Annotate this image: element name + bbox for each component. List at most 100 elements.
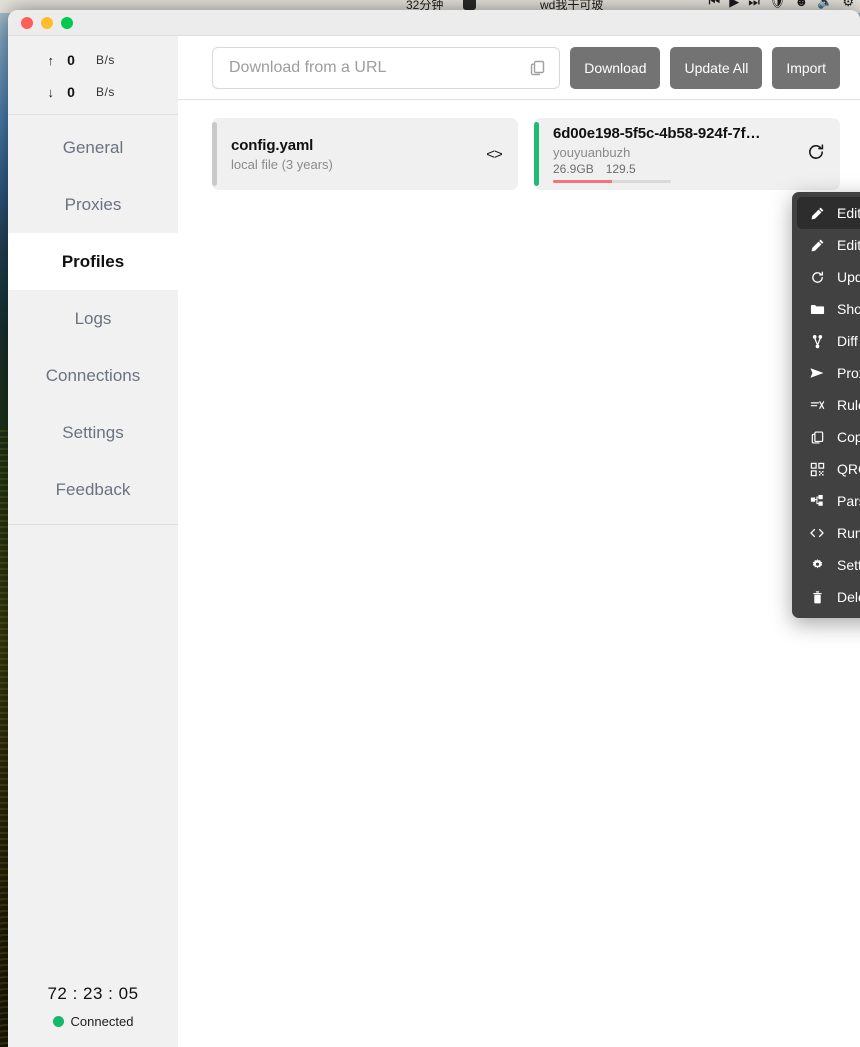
profile-card-remote[interactable]: 6d00e198-5f5c-4b58-924f-7f… youyuanbuzh … (534, 118, 840, 190)
profile-stats: 26.9GB 129.5 (553, 162, 788, 176)
profile-action[interactable] (792, 118, 840, 190)
context-menu-item-diff[interactable]: Diff (797, 325, 860, 357)
context-menu-item-edit[interactable]: Edit (797, 197, 860, 229)
download-speed-value: 0 (67, 84, 75, 100)
diff-branch-icon (806, 334, 828, 349)
refresh-icon (806, 270, 828, 285)
download-arrow-icon: ↓ (47, 84, 55, 100)
menubar-status-icons: ⏮ ▶ ⏭ 🛡 ☻ 🔈 ⚙ (709, 0, 854, 8)
profiles-toolbar: Download Update All Import (178, 36, 860, 100)
sidebar: ↑ 0 B/s ↓ 0 B/s General Proxies Profiles… (8, 36, 178, 1047)
profile-subtitle: youyuanbuzh (553, 145, 631, 160)
profile-stat-used: 26.9GB (553, 162, 594, 176)
context-menu-item-update[interactable]: Update (797, 261, 860, 293)
gear-icon (806, 558, 828, 573)
sidebar-nav: General Proxies Profiles Logs Connection… (8, 115, 178, 525)
context-menu-item-proxies[interactable]: Proxies (797, 357, 860, 389)
profile-usage-bar (553, 180, 671, 183)
context-menu-item-label: Settings (837, 557, 860, 573)
minimize-button[interactable] (41, 16, 53, 29)
status-dot-icon (52, 1016, 64, 1027)
profile-stat-total: 129.5 (605, 162, 636, 176)
paste-clipboard-icon[interactable] (529, 59, 547, 77)
speed-meter: ↑ 0 B/s ↓ 0 B/s (8, 36, 178, 115)
smiley-icon[interactable]: ☻ (794, 0, 808, 8)
code-icon[interactable]: <> (486, 146, 503, 163)
profile-usage-fill (553, 180, 612, 183)
url-input[interactable] (227, 57, 530, 78)
profile-context-menu: Edit Edit externally (792, 192, 860, 618)
download-button[interactable]: Download (570, 46, 661, 89)
next-track-icon[interactable]: ⏭ (748, 0, 760, 8)
play-icon[interactable]: ▶ (729, 0, 739, 8)
context-menu-item-label: Diff (837, 333, 858, 349)
profile-title: 6d00e198-5f5c-4b58-924f-7f… (553, 125, 761, 142)
update-all-button[interactable]: Update All (670, 46, 763, 89)
sidebar-item-proxies[interactable]: Proxies (8, 176, 178, 233)
menubar-app-badge-icon[interactable] (463, 0, 476, 10)
import-button[interactable]: Import (772, 46, 840, 89)
prev-track-icon[interactable]: ⏮ (709, 0, 721, 8)
context-menu-item-label: Edit (837, 205, 860, 221)
volume-icon[interactable]: 🔈 (817, 0, 833, 8)
upload-arrow-icon: ↑ (47, 52, 55, 68)
context-menu-item-qrcode[interactable]: QRCode (797, 453, 860, 485)
window-body: ↑ 0 B/s ↓ 0 B/s General Proxies Profiles… (8, 36, 860, 1047)
control-center-icon[interactable]: ⚙ (842, 0, 854, 8)
profile-card-local[interactable]: config.yaml local file (3 years) <> (212, 118, 518, 190)
sidebar-item-label: Connections (45, 365, 141, 385)
sidebar-item-label: Settings (62, 422, 124, 442)
context-menu-item-label: Proxies (837, 365, 860, 381)
close-button[interactable] (21, 16, 33, 29)
card-spacer (217, 118, 231, 190)
refresh-icon[interactable] (806, 142, 826, 167)
traffic-lights (21, 16, 73, 29)
code-icon (806, 525, 828, 541)
connection-status: Connected (8, 1014, 178, 1029)
profile-subtitle: local file (3 years) (231, 156, 333, 172)
pencil-icon (806, 238, 828, 253)
context-menu-item-label: Run script (837, 525, 860, 541)
copy-icon (806, 430, 828, 445)
context-menu-item-rules[interactable]: Rules (797, 389, 860, 421)
sidebar-status: 72 : 23 : 05 Connected (8, 984, 178, 1047)
profile-title: config.yaml (231, 136, 314, 154)
card-spacer (539, 118, 553, 190)
profiles-grid: config.yaml local file (3 years) <> 6d00… (178, 100, 860, 1047)
context-menu-item-label: Copy (837, 429, 860, 445)
url-input-wrapper[interactable] (212, 46, 561, 89)
sidebar-item-label: Profiles (61, 251, 125, 271)
sidebar-item-logs[interactable]: Logs (8, 290, 178, 347)
trash-icon (806, 590, 828, 605)
context-menu-item-label: Update (837, 269, 860, 285)
sidebar-item-label: Proxies (64, 194, 122, 214)
context-menu-item-settings[interactable]: Settings (797, 549, 860, 581)
folder-icon (806, 302, 828, 317)
sidebar-item-profiles[interactable]: Profiles (8, 233, 178, 290)
main-panel: Download Update All Import config.yaml l… (178, 36, 860, 1047)
send-icon (806, 365, 828, 381)
context-menu-item-copy[interactable]: Copy (797, 421, 860, 453)
sidebar-item-label: General (62, 137, 124, 157)
context-menu-item-edit-externally[interactable]: Edit externally (797, 229, 860, 261)
download-speed-row: ↓ 0 B/s (8, 76, 178, 108)
context-menu-item-parsers[interactable]: Parsers (797, 485, 860, 517)
profile-action[interactable]: <> (470, 118, 518, 190)
sidebar-item-general[interactable]: General (8, 119, 178, 176)
context-menu-item-run-script[interactable]: Run script (797, 517, 860, 549)
profile-card-body: 6d00e198-5f5c-4b58-924f-7f… youyuanbuzh … (553, 118, 792, 190)
shield-icon[interactable]: 🛡 (769, 0, 786, 8)
sidebar-item-connections[interactable]: Connections (8, 347, 178, 404)
filter-icon (806, 398, 828, 413)
download-speed-unit: B/s (96, 85, 115, 99)
context-menu-item-delete[interactable]: Delete (797, 581, 860, 613)
nodes-icon (806, 494, 828, 509)
context-menu-item-show-in-folder[interactable]: Show in folder (797, 293, 860, 325)
sidebar-item-settings[interactable]: Settings (8, 404, 178, 461)
pencil-icon (806, 206, 828, 221)
uptime-timer: 72 : 23 : 05 (47, 984, 139, 1003)
sidebar-item-feedback[interactable]: Feedback (8, 461, 178, 518)
maximize-button[interactable] (61, 16, 73, 29)
app-window: ↑ 0 B/s ↓ 0 B/s General Proxies Profiles… (8, 10, 860, 1047)
